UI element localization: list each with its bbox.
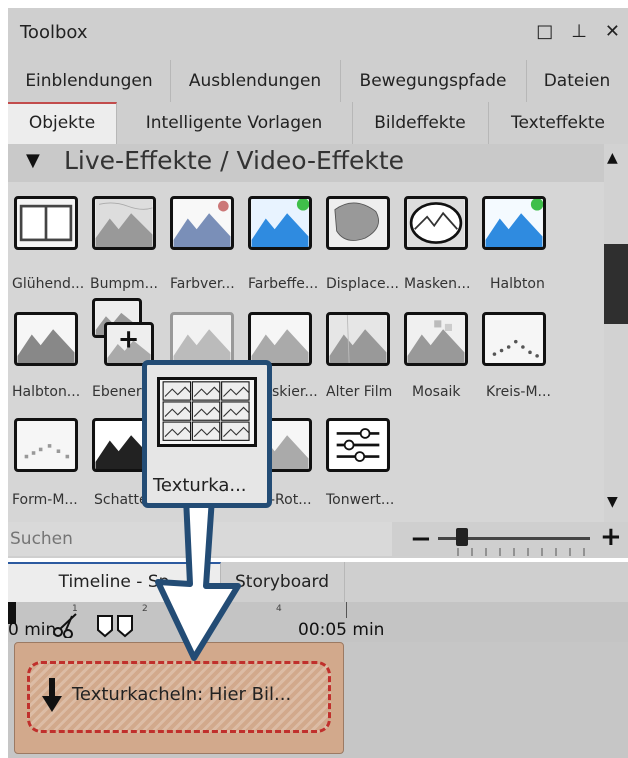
effect-label: Kreis-M... bbox=[486, 384, 551, 400]
effect-faded-thumb[interactable] bbox=[170, 312, 234, 366]
effect-label: Halbton bbox=[490, 276, 545, 292]
effect-label: Farbeffe... bbox=[248, 276, 319, 292]
ruler-tick bbox=[346, 602, 347, 618]
timeline-tabs: Timeline - Sp Storyboard bbox=[8, 562, 628, 604]
zoom-ticks bbox=[457, 548, 585, 556]
ruler-mark: 1 bbox=[72, 604, 78, 614]
effect-label: Farbver... bbox=[170, 276, 235, 292]
drag-preview-label: Texturka... bbox=[153, 475, 247, 496]
marker-icon[interactable] bbox=[96, 614, 134, 638]
time-start: 0 min bbox=[8, 620, 57, 640]
zoom-out-icon[interactable]: − bbox=[410, 524, 432, 554]
window-buttons: □ ⊥ ✕ bbox=[536, 22, 620, 42]
effect-halbton2-thumb[interactable] bbox=[14, 312, 78, 366]
tab-row-1: Einblendungen Ausblendungen Bewegungspfa… bbox=[8, 60, 628, 102]
window-title: Toolbox bbox=[20, 22, 88, 43]
effect-bumpmap-thumb[interactable] bbox=[92, 196, 156, 250]
effect-form-mosaik-thumb[interactable] bbox=[14, 418, 78, 472]
tab-bewegungspfade[interactable]: Bewegungspfade bbox=[340, 60, 527, 102]
tab-einblendungen[interactable]: Einblendungen bbox=[8, 60, 171, 102]
scroll-down-icon[interactable]: ▼ bbox=[607, 494, 618, 510]
toolbox-window: Toolbox □ ⊥ ✕ Einblendungen Ausblendunge… bbox=[8, 8, 628, 758]
effect-skizze-thumb[interactable] bbox=[248, 312, 312, 366]
pin-icon[interactable]: ⊥ bbox=[571, 22, 587, 42]
effect-label: Halbton... bbox=[12, 384, 81, 400]
scissors-icon[interactable] bbox=[52, 612, 80, 638]
drop-zone[interactable]: Texturkacheln: Hier Bil... bbox=[27, 661, 331, 733]
effect-label: Masken... bbox=[404, 276, 471, 292]
drag-preview: Texturka... bbox=[142, 360, 272, 508]
effect-gluehend-thumb[interactable] bbox=[14, 196, 78, 250]
effect-farbeffekte-thumb[interactable] bbox=[248, 196, 312, 250]
effect-alter-film-thumb[interactable] bbox=[326, 312, 390, 366]
section-header[interactable]: ▼ Live-Effekte / Video-Effekte bbox=[8, 144, 608, 182]
zoom-in-icon[interactable]: + bbox=[600, 522, 622, 552]
svg-text:+: + bbox=[118, 325, 140, 354]
effect-label: Displace... bbox=[326, 276, 399, 292]
scroll-thumb[interactable] bbox=[604, 244, 628, 324]
timeline-track[interactable]: Texturkacheln: Hier Bil... bbox=[8, 642, 628, 758]
effect-tonwert-thumb[interactable] bbox=[326, 418, 390, 472]
tab-bildeffekte[interactable]: Bildeffekte bbox=[352, 102, 489, 144]
zoom-slider-handle[interactable] bbox=[456, 528, 468, 546]
effect-kreis-mosaik-thumb[interactable] bbox=[482, 312, 546, 366]
ruler-mark: 2 bbox=[142, 604, 148, 614]
search-row: − + bbox=[8, 522, 628, 558]
effect-label: Glühend... bbox=[12, 276, 85, 292]
tab-row-2: Objekte Intelligente Vorlagen Bildeffekt… bbox=[8, 102, 628, 146]
effects-scrollbar[interactable]: ▲ ▼ bbox=[604, 144, 628, 522]
tab-dateien[interactable]: Dateien bbox=[526, 60, 628, 102]
texturkacheln-thumb bbox=[157, 377, 257, 447]
tab-ausblendungen[interactable]: Ausblendungen bbox=[170, 60, 341, 102]
effect-label: Tonwert... bbox=[326, 492, 395, 508]
maximize-icon[interactable]: □ bbox=[536, 22, 553, 42]
tab-objekte[interactable]: Objekte bbox=[8, 102, 117, 146]
title-bar: Toolbox □ ⊥ ✕ bbox=[8, 8, 628, 60]
timeline-ruler[interactable]: 0 min 1 2 3 4 00:05 min bbox=[8, 602, 628, 642]
effect-label: Alter Film bbox=[326, 384, 393, 400]
down-arrow-icon bbox=[42, 678, 62, 712]
effect-masken-thumb[interactable] bbox=[404, 196, 468, 250]
tab-texteffekte[interactable]: Texteffekte bbox=[488, 102, 628, 144]
drag-arrow-icon bbox=[155, 498, 241, 661]
effect-label: Form-M... bbox=[12, 492, 78, 508]
collapse-triangle-icon[interactable]: ▼ bbox=[26, 150, 40, 171]
effect-mosaik-thumb[interactable] bbox=[404, 312, 468, 366]
scroll-up-icon[interactable]: ▲ bbox=[607, 150, 618, 166]
drop-zone-text: Texturkacheln: Hier Bil... bbox=[72, 684, 292, 705]
time-label: 00:05 min bbox=[298, 620, 385, 640]
effect-displace-thumb[interactable] bbox=[326, 196, 390, 250]
effect-label: Bumpm... bbox=[90, 276, 158, 292]
tab-intelligente-vorlagen[interactable]: Intelligente Vorlagen bbox=[116, 102, 353, 144]
effect-farbverlauf-thumb[interactable] bbox=[170, 196, 234, 250]
effects-grid: Glühend... Bumpm... Farbver... Farbeffe.… bbox=[8, 182, 604, 522]
section-title: Live-Effekte / Video-Effekte bbox=[64, 146, 405, 175]
ruler-mark: 4 bbox=[276, 604, 282, 614]
close-icon[interactable]: ✕ bbox=[605, 22, 620, 42]
effect-halbton-thumb[interactable] bbox=[482, 196, 546, 250]
